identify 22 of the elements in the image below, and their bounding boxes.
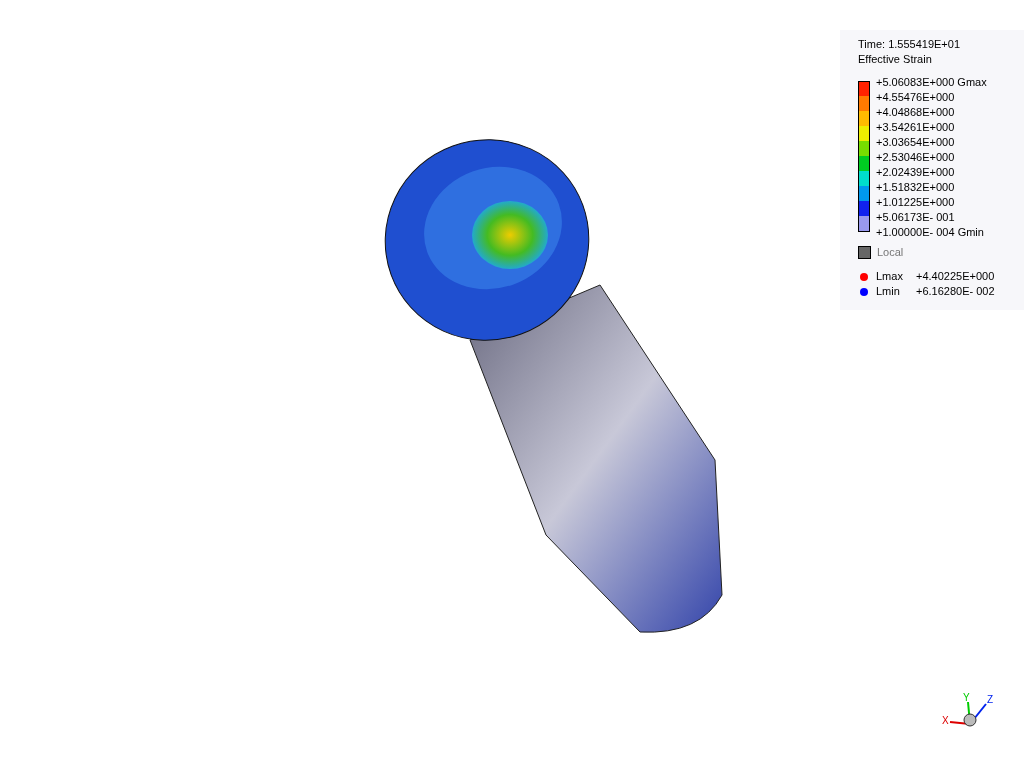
axis-label: Y bbox=[963, 692, 970, 703]
axis-triad-drawing bbox=[949, 701, 987, 727]
scale-value: +4.55476E+000 bbox=[876, 90, 955, 105]
extreme-name: Lmin bbox=[876, 284, 901, 299]
scale-value: +3.54261E+000 bbox=[876, 120, 955, 135]
scale-value: +5.06083E+000 Gmax bbox=[876, 75, 987, 90]
extreme-name: Lmax bbox=[876, 269, 904, 284]
scale-value: +3.03654E+000 bbox=[876, 135, 955, 150]
legend-title: Effective Strain bbox=[858, 52, 933, 67]
local-label: Local bbox=[877, 244, 904, 260]
scale-value: +4.04868E+000 bbox=[876, 105, 955, 120]
axis-label: X bbox=[942, 715, 949, 726]
scale-value: +2.53046E+000 bbox=[876, 150, 955, 165]
time-label: Time: 1.555419E+01 bbox=[858, 37, 962, 52]
scale-value: +1.01225E+000 bbox=[876, 195, 955, 210]
scale-value: +2.02439E+000 bbox=[876, 165, 955, 180]
axis-label: Z bbox=[987, 694, 994, 705]
scale-value: +1.51832E+000 bbox=[876, 180, 955, 195]
extreme-value: +4.40225E+000 bbox=[916, 269, 995, 284]
scale-value: +1.00000E- 004 Gmin bbox=[876, 225, 984, 240]
extreme-value: +6.16280E- 002 bbox=[916, 284, 995, 299]
scale-value: +5.06173E- 001 bbox=[876, 210, 955, 225]
